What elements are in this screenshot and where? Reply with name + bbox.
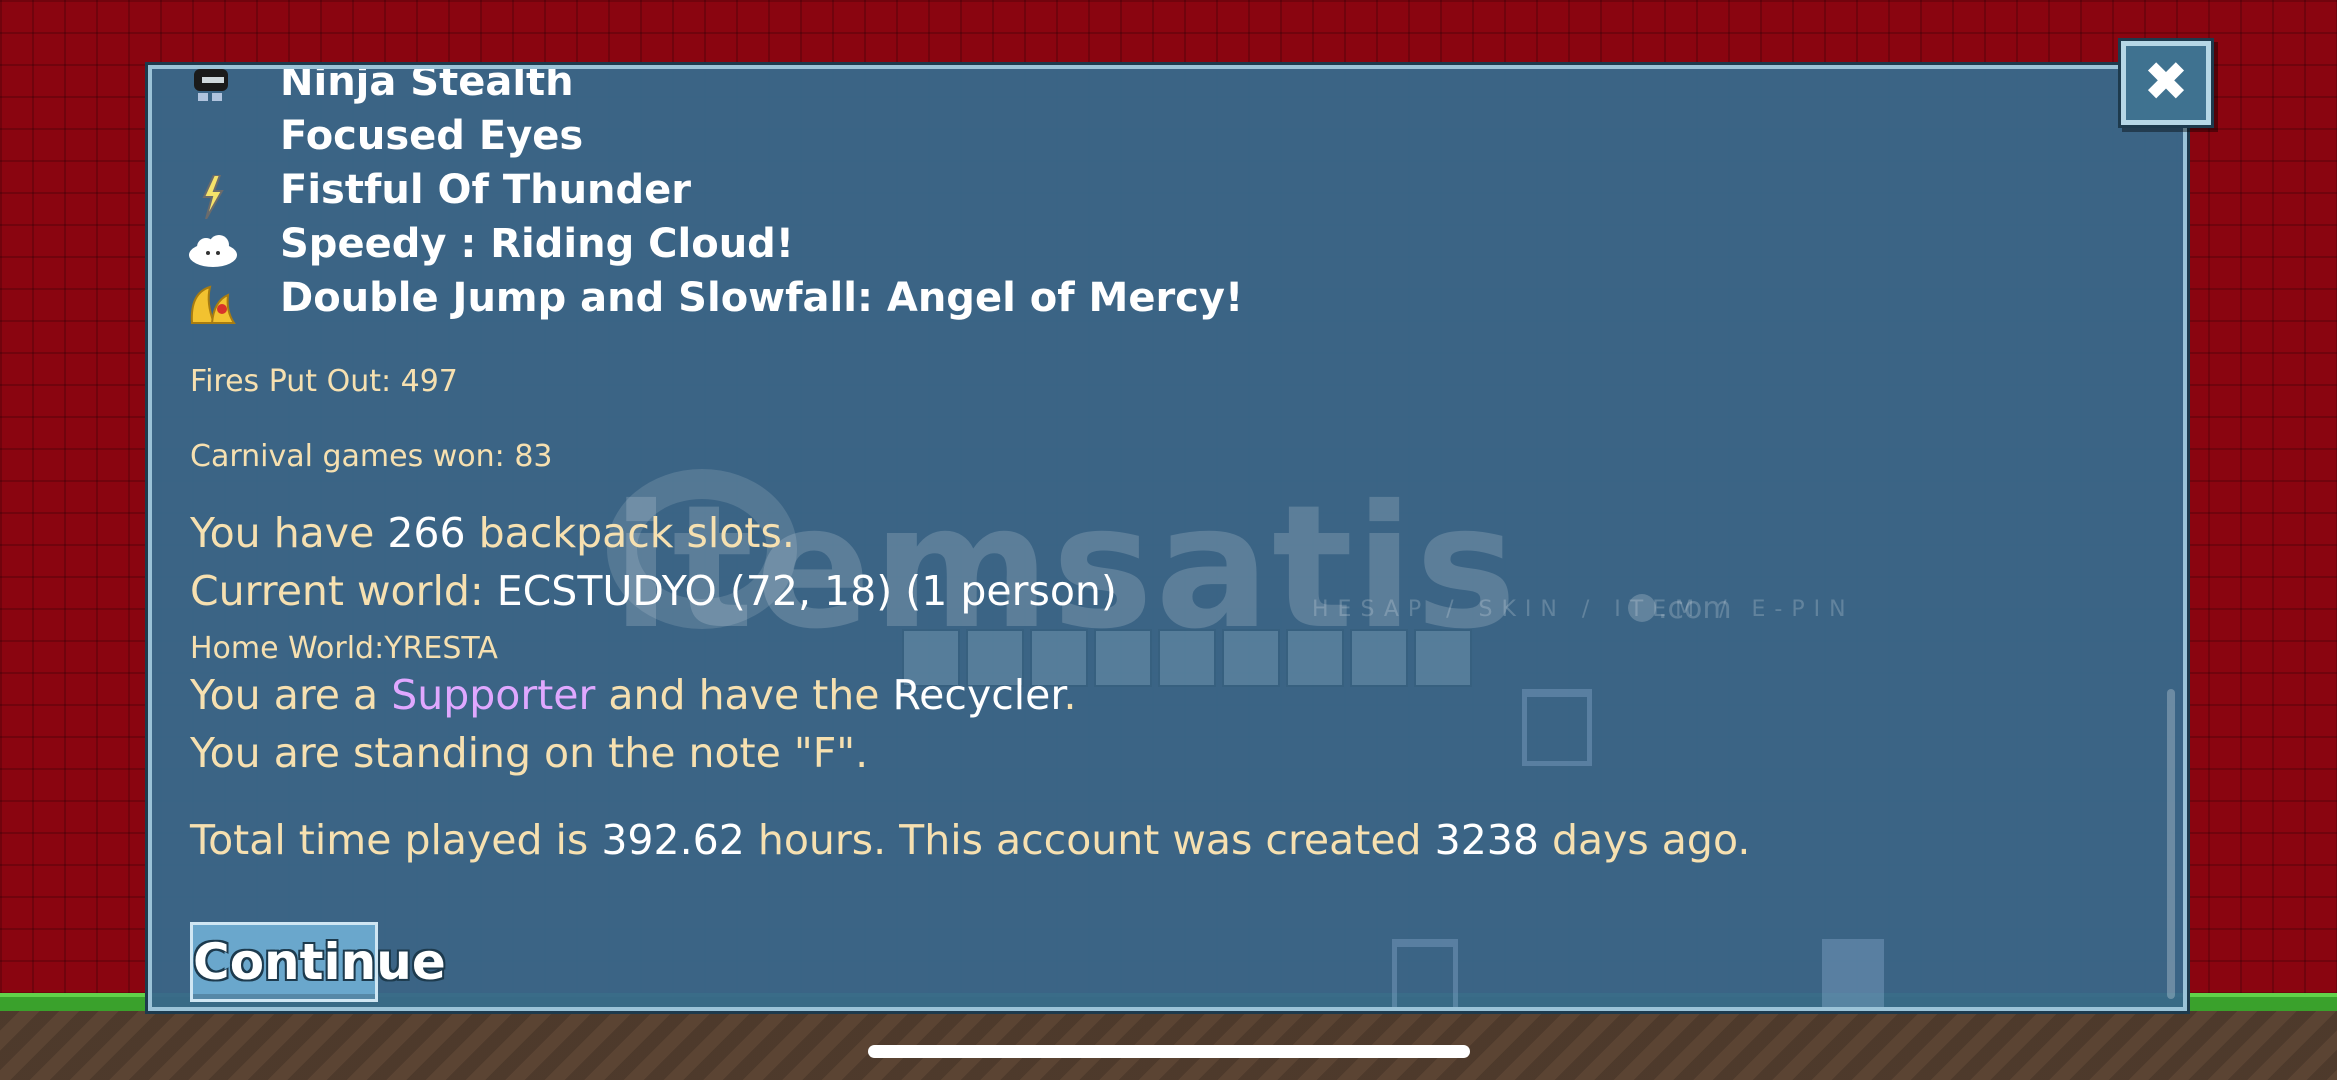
- background-frame: [1522, 689, 1592, 766]
- role-prefix: You are a: [190, 671, 392, 719]
- perk-label: Focused Eyes: [280, 113, 584, 159]
- perk-label: Ninja Stealth: [280, 65, 574, 105]
- backpack-count: 266: [387, 509, 466, 557]
- watermark-com: .com: [1658, 591, 1732, 626]
- backpack-prefix: You have: [190, 509, 388, 557]
- backpack-slots-text: You have 266 backpack slots.: [190, 509, 795, 557]
- perk-label: Fistful Of Thunder: [280, 167, 692, 213]
- home-world-text: Home World:YRESTA: [190, 631, 498, 666]
- time-middle: hours. This account was created: [744, 816, 1435, 864]
- watermark-dot: [1628, 594, 1656, 622]
- role-middle: and have the: [595, 671, 893, 719]
- account-age-days: 3238: [1434, 816, 1539, 864]
- background-door: [1822, 939, 1884, 1007]
- home-indicator[interactable]: [868, 1045, 1470, 1058]
- role-end: .: [1063, 671, 1077, 719]
- perk-label: Double Jump and Slowfall: Angel of Mercy…: [280, 275, 1244, 321]
- hours-played: 392.62: [601, 816, 745, 864]
- current-world-value: ECSTUDYO (72, 18) (1 person): [496, 567, 1117, 615]
- profile-info-panel: itemsatis HESAP / SKIN / ITEM / E-PIN .c…: [148, 65, 2187, 1011]
- recycler-item: Recycler: [892, 671, 1064, 719]
- close-button[interactable]: ✖: [2121, 41, 2211, 125]
- role-text: You are a Supporter and have the Recycle…: [190, 671, 1077, 719]
- days-suffix: days ago.: [1538, 816, 1751, 864]
- time-played-text: Total time played is 392.62 hours. This …: [190, 816, 1750, 864]
- fires-put-out-text: Fires Put Out: 497: [190, 364, 458, 399]
- note-text: You are standing on the note "F".: [190, 729, 869, 777]
- current-world-prefix: Current world:: [190, 567, 497, 615]
- close-icon: ✖: [2143, 50, 2189, 113]
- watermark-subtext: HESAP / SKIN / ITEM / E-PIN: [1312, 597, 1855, 622]
- perk-label: Speedy : Riding Cloud!: [280, 221, 795, 267]
- cloud-icon: [189, 235, 237, 267]
- supporter-role: Supporter: [391, 671, 596, 719]
- ninja-mask-icon: [194, 69, 228, 101]
- lightning-bolt-icon: [202, 175, 224, 219]
- background-frame: [1392, 939, 1458, 1007]
- time-prefix: Total time played is: [190, 816, 602, 864]
- current-world-text: Current world: ECSTUDYO (72, 18) (1 pers…: [190, 567, 1117, 615]
- carnival-games-text: Carnival games won: 83: [190, 439, 553, 474]
- scrollbar[interactable]: [2167, 689, 2175, 999]
- continue-button[interactable]: Continue: [190, 922, 446, 1002]
- backpack-suffix: backpack slots.: [465, 509, 795, 557]
- angel-wings-icon: [190, 285, 236, 324]
